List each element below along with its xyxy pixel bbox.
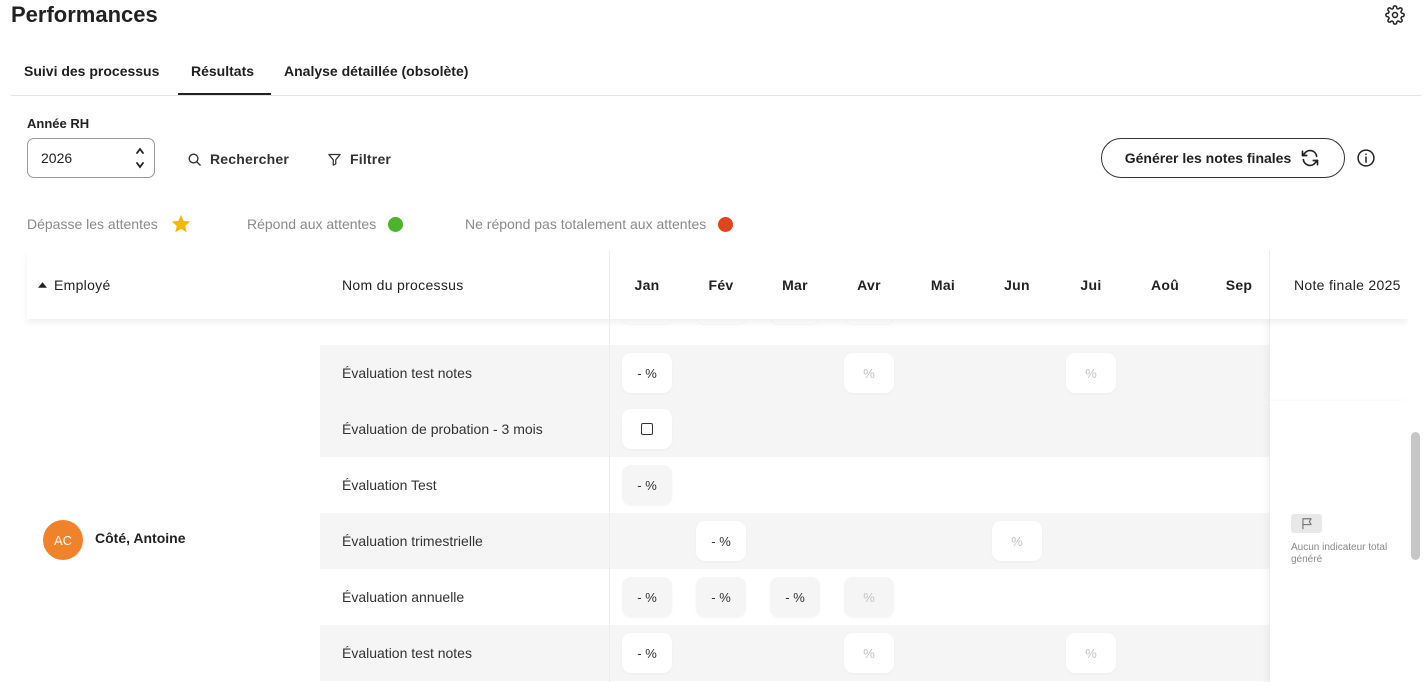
table-row: Évaluation trimestrielle - % %: [320, 513, 1269, 569]
search-icon: [188, 153, 201, 166]
header-month-jui: Jui: [1080, 276, 1102, 293]
header-month-mar: Mar: [782, 276, 808, 293]
header-employee[interactable]: Employé: [38, 250, 111, 319]
legend-not-meets: Ne répond pas totalement aux attentes: [465, 214, 734, 234]
filter-button[interactable]: Filtrer: [327, 148, 391, 170]
refresh-icon: [1301, 149, 1319, 167]
score-cell[interactable]: %: [992, 521, 1042, 561]
stepper-arrows-icon[interactable]: [134, 143, 146, 173]
score-cell[interactable]: %: [844, 577, 894, 617]
score-cell[interactable]: - %: [622, 353, 672, 393]
header-month-jun: Jun: [1004, 276, 1030, 293]
score-cell[interactable]: %: [844, 633, 894, 673]
process-name: Évaluation de probation - 3 mois: [342, 421, 543, 437]
no-indicator-text: Aucun indicateur total généré: [1291, 542, 1388, 565]
legend-meets: Répond aux attentes: [247, 214, 404, 234]
table-row: Évaluation test notes - % % %: [320, 345, 1269, 401]
tab-bar: Suivi des processus Résultats Analyse dé…: [11, 52, 1421, 96]
tab-suivi-des-processus[interactable]: Suivi des processus: [24, 52, 159, 95]
score-cell[interactable]: %: [1066, 633, 1116, 673]
legend-exceeds: Dépasse les attentes: [27, 214, 192, 234]
header-month-mai: Mai: [930, 276, 956, 293]
score-cell[interactable]: [622, 409, 672, 449]
search-label: Rechercher: [210, 151, 290, 167]
header-month-fev: Fév: [708, 276, 734, 293]
filter-label: Filtrer: [350, 151, 392, 167]
legend-meets-label: Répond aux attentes: [247, 216, 377, 232]
column-divider: [609, 250, 610, 682]
score-cell[interactable]: - %: [696, 521, 746, 561]
search-button[interactable]: Rechercher: [187, 148, 289, 170]
tab-resultats[interactable]: Résultats: [178, 52, 271, 95]
year-value: 2026: [41, 150, 73, 166]
process-name: Évaluation test notes: [342, 365, 472, 381]
generate-final-notes-button[interactable]: Générer les notes finales: [1101, 138, 1345, 178]
table-row: Évaluation annuelle - % - % - % %: [320, 569, 1269, 625]
table-row: Évaluation de probation - 3 mois: [320, 401, 1269, 457]
header-final-note: Note finale 2025: [1269, 250, 1408, 319]
table-row: Évaluation test notes - % % %: [320, 625, 1269, 681]
table-header: Employé Nom du processus Jan Fév Mar Avr…: [27, 250, 1408, 319]
process-name: Évaluation trimestrielle: [342, 533, 483, 549]
process-name: Évaluation annuelle: [342, 589, 465, 605]
year-stepper[interactable]: 2026: [27, 138, 155, 178]
header-month-sep: Sep: [1225, 276, 1253, 293]
filter-icon: [328, 153, 341, 166]
legend-exceeds-label: Dépasse les attentes: [27, 216, 158, 232]
score-cell[interactable]: %: [1066, 353, 1116, 393]
header-process: Nom du processus: [342, 276, 464, 293]
year-label: Année RH: [27, 116, 90, 131]
checkbox-icon: [641, 423, 653, 435]
process-name: Évaluation test notes: [342, 645, 472, 661]
red-dot-icon: [718, 216, 734, 232]
process-name: Évaluation Test: [342, 477, 437, 493]
employee-cell-previous: [27, 319, 320, 401]
header-employee-label: Employé: [54, 276, 111, 293]
score-cell[interactable]: %: [844, 353, 894, 393]
final-note-cell-previous: [1269, 319, 1408, 401]
flag-icon: [1291, 514, 1322, 533]
avatar: AC: [43, 520, 83, 560]
tab-analyse-detaillee[interactable]: Analyse détaillée (obsolète): [284, 52, 468, 95]
table-row: Évaluation Test - %: [320, 457, 1269, 513]
header-month-avr: Avr: [857, 276, 881, 293]
results-table: Évaluation annuelle % % % % Évaluation t…: [11, 250, 1408, 682]
star-icon: [171, 214, 190, 233]
vertical-scrollbar[interactable]: [1411, 432, 1420, 560]
score-cell[interactable]: - %: [622, 577, 672, 617]
header-month-jan: Jan: [634, 276, 660, 293]
score-cell[interactable]: - %: [622, 633, 672, 673]
page-title: Performances: [11, 2, 158, 27]
generate-label: Générer les notes finales: [1124, 150, 1292, 166]
legend-not-meets-label: Ne répond pas totalement aux attentes: [465, 216, 707, 232]
header-month-aou: Aoû: [1150, 276, 1180, 293]
green-dot-icon: [388, 216, 404, 232]
score-cell[interactable]: - %: [622, 465, 672, 505]
gear-icon[interactable]: [1385, 5, 1405, 25]
score-cell[interactable]: - %: [696, 577, 746, 617]
sort-asc-icon: [38, 281, 47, 288]
employee-name[interactable]: Côté, Antoine: [95, 530, 185, 546]
info-icon[interactable]: [1356, 148, 1376, 168]
score-cell[interactable]: - %: [770, 577, 820, 617]
